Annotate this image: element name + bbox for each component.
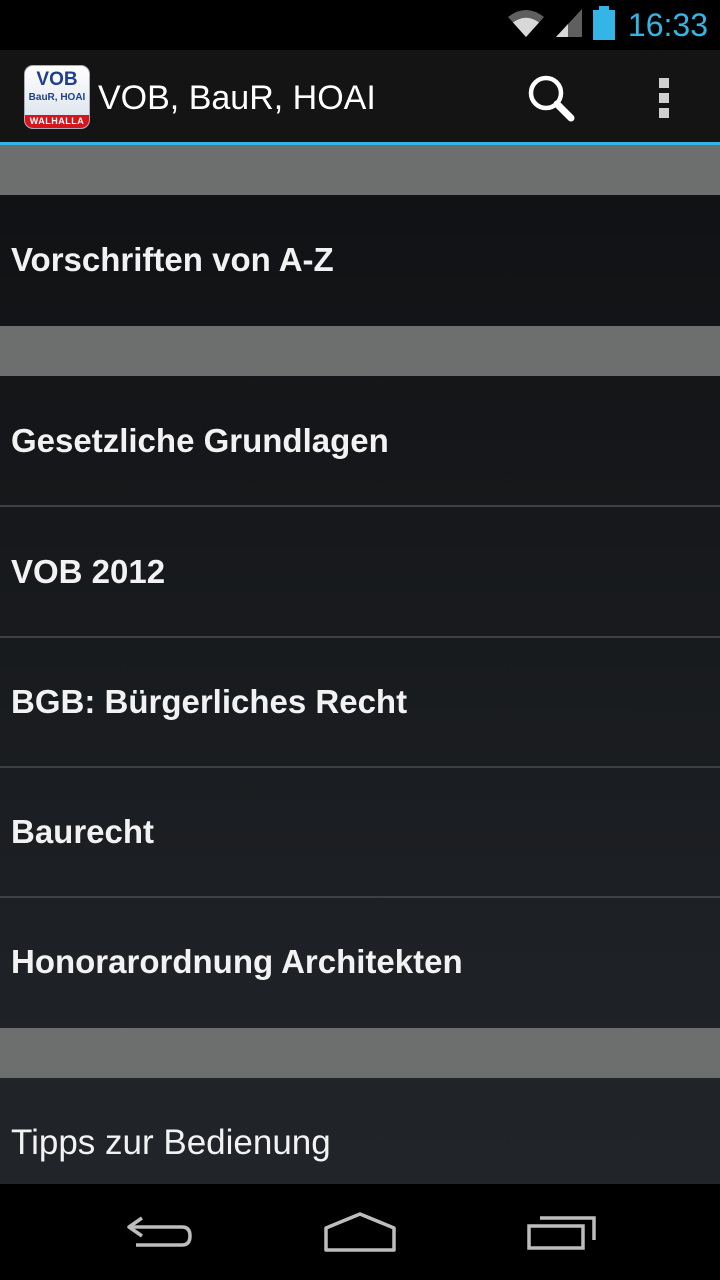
back-icon xyxy=(127,1216,192,1247)
list-item-gesetzliche-grundlagen[interactable]: Gesetzliche Grundlagen xyxy=(0,376,720,505)
status-time: 16:33 xyxy=(627,7,708,43)
list-item-label: Gesetzliche Grundlagen xyxy=(11,422,389,459)
app-icon-line1: VOB xyxy=(36,69,78,90)
list-item-vorschriften[interactable]: Vorschriften von A-Z xyxy=(0,195,720,324)
list-item-vob-2012[interactable]: VOB 2012 xyxy=(0,507,720,636)
list-item-baurecht[interactable]: Baurecht xyxy=(0,767,720,896)
app-icon[interactable]: VOB BauR, HOAI WALHALLA xyxy=(25,66,89,128)
battery-icon xyxy=(592,5,616,45)
list-item-label: Vorschriften von A-Z xyxy=(11,241,334,278)
navigation-bar xyxy=(0,1184,720,1280)
overflow-menu-button[interactable] xyxy=(636,72,692,124)
signal-icon xyxy=(554,7,584,44)
section-header xyxy=(0,1028,720,1078)
list-item-label: BGB: Bürgerliches Recht xyxy=(11,683,408,720)
back-button[interactable] xyxy=(112,1202,208,1262)
list-item-label: Baurecht xyxy=(11,813,155,850)
recent-apps-icon xyxy=(527,1216,596,1250)
screen: 16:33 VOB BauR, HOAI WALHALLA VOB, BauR,… xyxy=(0,0,720,1280)
recent-apps-button[interactable] xyxy=(514,1202,610,1262)
list-item-honorarordnung[interactable]: Honorarordnung Architekten xyxy=(0,897,720,1026)
section-header xyxy=(0,326,720,376)
home-button[interactable] xyxy=(312,1202,408,1262)
search-icon xyxy=(528,75,575,122)
wifi-icon xyxy=(506,7,546,44)
home-icon xyxy=(324,1212,396,1252)
list-item-label: VOB 2012 xyxy=(11,553,166,590)
status-icons xyxy=(506,5,616,45)
list-item-label: Honorarordnung Architekten xyxy=(11,943,463,980)
app-icon-band: WALHALLA xyxy=(25,115,89,128)
app-title: VOB, BauR, HOAI xyxy=(98,79,376,117)
action-bar: VOB BauR, HOAI WALHALLA VOB, BauR, HOAI xyxy=(0,50,720,142)
section-header xyxy=(0,145,720,195)
status-bar: 16:33 xyxy=(0,0,720,50)
list-item-bgb[interactable]: BGB: Bürgerliches Recht xyxy=(0,637,720,766)
menu-list: Vorschriften von A-Z Gesetzliche Grundla… xyxy=(0,145,720,1184)
overflow-menu-icon xyxy=(659,78,669,118)
app-icon-line2: BauR, HOAI xyxy=(28,92,86,103)
search-button[interactable] xyxy=(523,72,579,124)
